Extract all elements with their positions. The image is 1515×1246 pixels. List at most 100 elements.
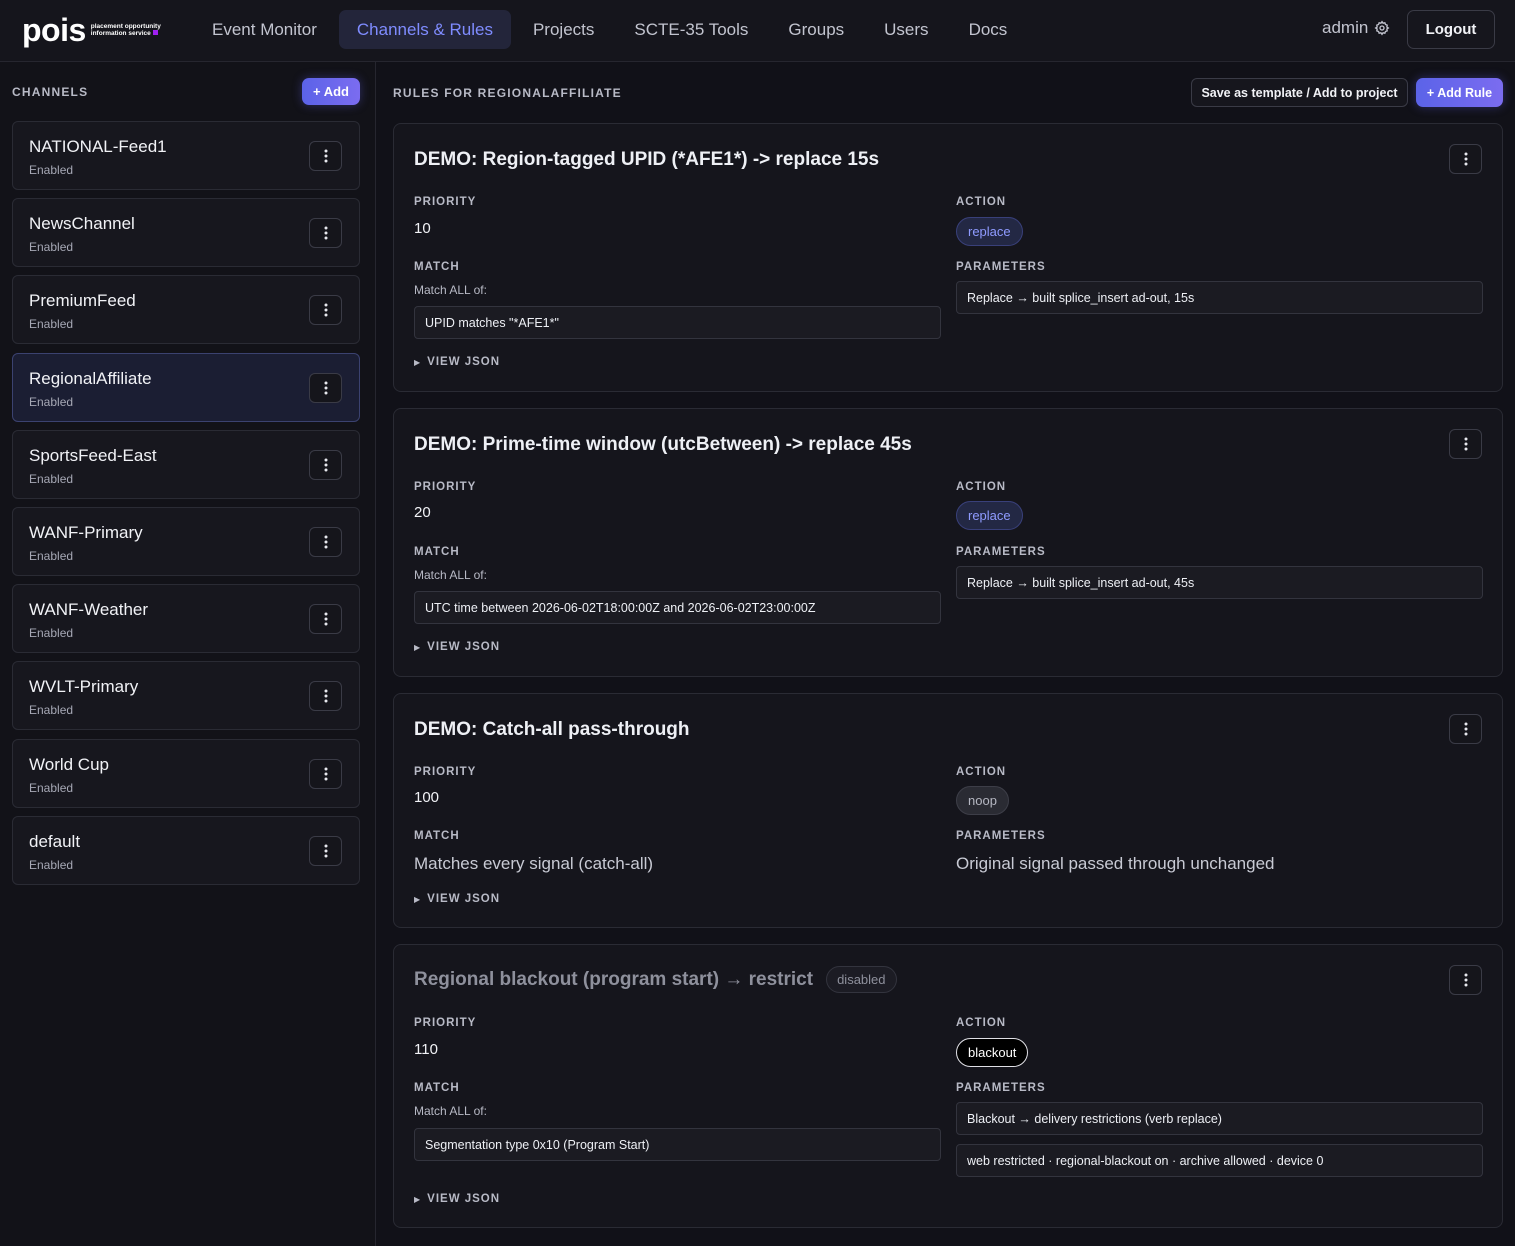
rule-menu-button[interactable] bbox=[1449, 965, 1482, 995]
match-condition: UTC time between 2026-06-02T18:00:00Z an… bbox=[414, 591, 941, 624]
view-json-toggle[interactable]: ▶ VIEW JSON bbox=[414, 641, 500, 653]
add-channel-button[interactable]: + Add bbox=[302, 78, 360, 105]
logo-wordmark: pois bbox=[22, 12, 86, 48]
nav-scte35-tools[interactable]: SCTE-35 Tools bbox=[616, 10, 766, 49]
channel-item-wanf-primary[interactable]: WANF-Primary Enabled bbox=[12, 507, 360, 576]
kebab-icon bbox=[324, 303, 327, 317]
action-badge-blackout: blackout bbox=[956, 1038, 1029, 1067]
channel-name: PremiumFeed bbox=[29, 291, 136, 310]
match-mode: Match ALL of: bbox=[414, 283, 487, 297]
kebab-icon bbox=[324, 844, 327, 858]
match-label: MATCH bbox=[414, 830, 460, 842]
channel-item-regionalaffiliate[interactable]: RegionalAffiliate Enabled bbox=[12, 353, 360, 422]
view-json-toggle[interactable]: ▶ VIEW JSON bbox=[414, 893, 500, 905]
pois-logo[interactable]: pois placement opportunity information s… bbox=[22, 14, 161, 46]
nav-channels-rules[interactable]: Channels & Rules bbox=[338, 10, 511, 49]
rule-title: DEMO: Catch-all pass-through bbox=[414, 719, 690, 740]
channel-menu-button[interactable] bbox=[309, 759, 342, 789]
channel-item-premiumfeed[interactable]: PremiumFeed Enabled bbox=[12, 275, 360, 344]
priority-label: PRIORITY bbox=[414, 196, 477, 208]
channel-name: WANF-Weather bbox=[29, 600, 149, 619]
match-label: MATCH bbox=[414, 546, 460, 558]
channel-menu-button[interactable] bbox=[309, 604, 342, 634]
channel-name: World Cup bbox=[29, 755, 109, 774]
channel-status: Enabled bbox=[29, 395, 74, 409]
parameter-value: Blackout → delivery restrictions (verb r… bbox=[956, 1102, 1483, 1135]
rule-menu-button[interactable] bbox=[1449, 144, 1482, 174]
rule-title: DEMO: Region-tagged UPID (*AFE1*) -> rep… bbox=[414, 149, 880, 170]
priority-value: 10 bbox=[414, 220, 431, 237]
match-condition: UPID matches "*AFE1*" bbox=[414, 306, 941, 339]
save-as-template-button[interactable]: Save as template / Add to project bbox=[1191, 78, 1408, 107]
logo-tagline: placement opportunity information servic… bbox=[90, 23, 161, 37]
rule-menu-button[interactable] bbox=[1449, 429, 1482, 459]
kebab-icon bbox=[324, 612, 327, 626]
channel-menu-button[interactable] bbox=[309, 681, 342, 711]
channel-name: WVLT-Primary bbox=[29, 677, 139, 696]
channel-status: Enabled bbox=[29, 317, 74, 331]
gear-icon[interactable] bbox=[1374, 20, 1390, 36]
rules-heading: RULES FOR REGIONALAFFILIATE bbox=[393, 86, 622, 100]
channel-menu-button[interactable] bbox=[309, 373, 342, 403]
kebab-icon bbox=[1464, 722, 1467, 736]
kebab-icon bbox=[324, 458, 327, 472]
channel-item-world-cup[interactable]: World Cup Enabled bbox=[12, 739, 360, 808]
kebab-icon bbox=[1464, 152, 1467, 166]
nav-event-monitor[interactable]: Event Monitor bbox=[194, 10, 335, 49]
channel-status: Enabled bbox=[29, 240, 74, 254]
rule-card: DEMO: Prime-time window (utcBetween) -> … bbox=[393, 408, 1503, 677]
channel-name: RegionalAffiliate bbox=[29, 369, 152, 388]
channel-menu-button[interactable] bbox=[309, 527, 342, 557]
channel-menu-button[interactable] bbox=[309, 218, 342, 248]
rule-card: DEMO: Catch-all pass-through PRIORITY 10… bbox=[393, 693, 1503, 928]
channel-status: Enabled bbox=[29, 858, 74, 872]
logo-accent-dot bbox=[152, 30, 158, 35]
nav-groups[interactable]: Groups bbox=[770, 10, 862, 49]
view-json-toggle[interactable]: ▶ VIEW JSON bbox=[414, 356, 500, 368]
match-mode: Match ALL of: bbox=[414, 568, 487, 582]
parameters-label: PARAMETERS bbox=[956, 1082, 1046, 1094]
channel-menu-button[interactable] bbox=[309, 836, 342, 866]
kebab-icon bbox=[324, 535, 327, 549]
channel-item-national-feed1[interactable]: NATIONAL-Feed1 Enabled bbox=[12, 121, 360, 190]
nav-users[interactable]: Users bbox=[866, 10, 946, 49]
channel-status: Enabled bbox=[29, 703, 74, 717]
channel-name: WANF-Primary bbox=[29, 523, 143, 542]
channel-item-wanf-weather[interactable]: WANF-Weather Enabled bbox=[12, 584, 360, 653]
channel-menu-button[interactable] bbox=[309, 141, 342, 171]
match-description: Matches every signal (catch-all) bbox=[414, 854, 654, 873]
channel-item-default[interactable]: default Enabled bbox=[12, 816, 360, 885]
parameter-value: web restricted · regional-blackout on · … bbox=[956, 1144, 1483, 1177]
channel-name: SportsFeed-East bbox=[29, 446, 157, 465]
channel-menu-button[interactable] bbox=[309, 450, 342, 480]
caret-right-icon: ▶ bbox=[414, 357, 422, 367]
add-rule-button[interactable]: + Add Rule bbox=[1416, 78, 1503, 107]
rule-menu-button[interactable] bbox=[1449, 714, 1482, 744]
logout-button[interactable]: Logout bbox=[1407, 10, 1495, 49]
kebab-icon bbox=[324, 381, 327, 395]
caret-right-icon: ▶ bbox=[414, 642, 422, 652]
channel-status: Enabled bbox=[29, 781, 74, 795]
user-menu[interactable]: admin bbox=[1322, 18, 1390, 38]
priority-label: PRIORITY bbox=[414, 766, 477, 778]
channel-status: Enabled bbox=[29, 549, 74, 563]
disabled-badge: disabled bbox=[826, 966, 897, 993]
parameters-description: Original signal passed through unchanged bbox=[956, 854, 1275, 873]
match-condition: Segmentation type 0x10 (Program Start) bbox=[414, 1128, 941, 1161]
channel-item-sportsfeed-east[interactable]: SportsFeed-East Enabled bbox=[12, 430, 360, 499]
nav-docs[interactable]: Docs bbox=[951, 10, 1026, 49]
channel-menu-button[interactable] bbox=[309, 295, 342, 325]
channel-item-newschannel[interactable]: NewsChannel Enabled bbox=[12, 198, 360, 267]
match-mode: Match ALL of: bbox=[414, 1104, 487, 1118]
kebab-icon bbox=[324, 149, 327, 163]
action-label: ACTION bbox=[956, 766, 1007, 778]
channel-status: Enabled bbox=[29, 472, 74, 486]
action-label: ACTION bbox=[956, 196, 1007, 208]
channel-item-wvlt-primary[interactable]: WVLT-Primary Enabled bbox=[12, 661, 360, 730]
nav-projects[interactable]: Projects bbox=[515, 10, 612, 49]
channel-status: Enabled bbox=[29, 626, 74, 640]
view-json-toggle[interactable]: ▶ VIEW JSON bbox=[414, 1193, 500, 1205]
caret-right-icon: ▶ bbox=[414, 1194, 422, 1204]
channel-name: default bbox=[29, 832, 81, 851]
username: admin bbox=[1322, 18, 1369, 37]
